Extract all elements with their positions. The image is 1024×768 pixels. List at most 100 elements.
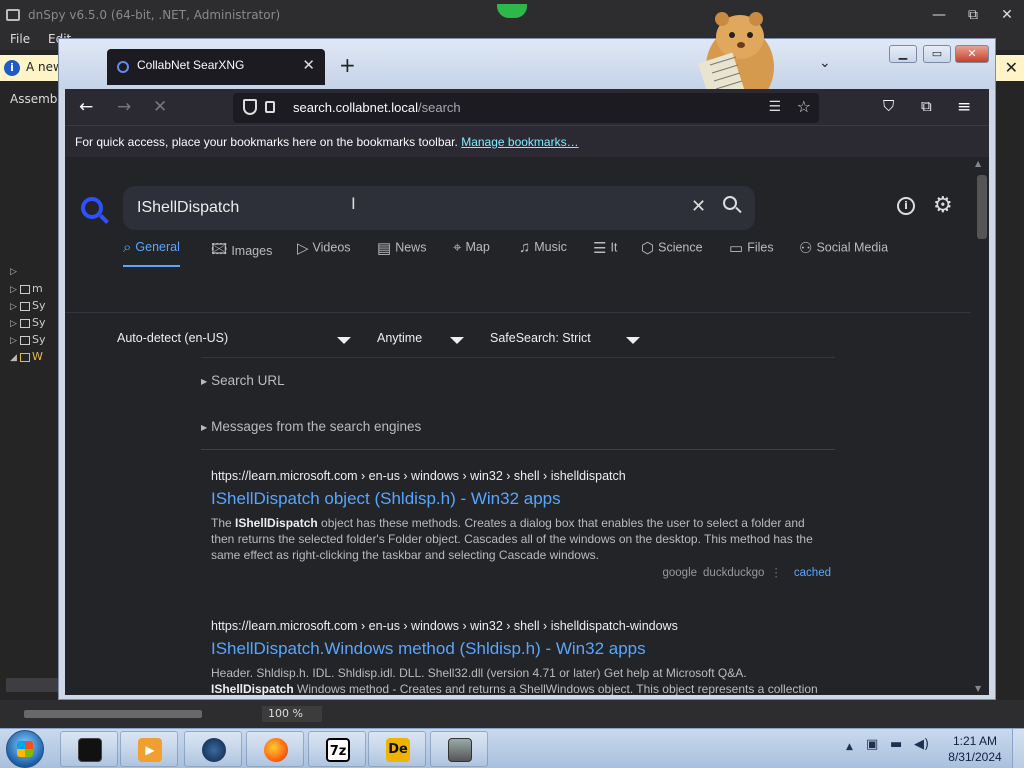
assembly-icon (20, 318, 30, 328)
cached-link[interactable]: cached (794, 567, 831, 579)
window-close-button[interactable]: ✕ (955, 45, 989, 63)
expand-arrow-icon: ▷ (10, 319, 17, 329)
start-button[interactable] (6, 730, 44, 768)
tab-science[interactable]: ⬡ Science (641, 239, 703, 267)
tree-node[interactable]: ▷ Sy (10, 316, 46, 332)
tree-node[interactable]: ▷ Sy (10, 333, 46, 349)
forward-arrow-icon[interactable]: → (117, 97, 131, 117)
taskbar-app-detect-it-easy[interactable]: De (368, 731, 426, 767)
window-minimize-button[interactable]: ▁ (889, 45, 917, 63)
result-title-link[interactable]: IShellDispatch.Windows method (Shldisp.h… (211, 639, 831, 659)
tab-social-media[interactable]: ⚇ Social Media (799, 239, 888, 267)
expand-arrow-icon: ▷ (10, 267, 17, 277)
dnspy-close-button[interactable]: ✕ (992, 4, 1022, 26)
scroll-up-icon[interactable]: ▲ (975, 159, 981, 168)
volume-icon[interactable]: ◀) (914, 737, 929, 752)
dropdown-arrow-icon (626, 337, 640, 344)
assembly-icon (20, 301, 30, 311)
taskbar-app-media-player[interactable]: ▶ (120, 731, 178, 767)
gear-icon[interactable]: ⚙ (933, 195, 953, 217)
page-scrollbar[interactable]: ▲ ▼ (971, 157, 989, 695)
tree-node[interactable]: ▷ m (10, 282, 43, 298)
engine-messages-toggle[interactable]: ▶ Messages from the search engines (201, 419, 835, 434)
search-submit-icon[interactable] (723, 196, 742, 214)
tab-videos[interactable]: ▷ Videos (297, 239, 351, 267)
clear-search-icon[interactable]: ✕ (691, 196, 706, 217)
engine-label: google (662, 567, 698, 579)
window-maximize-button[interactable]: ▭ (923, 45, 951, 63)
category-divider (65, 312, 971, 313)
stop-reload-icon[interactable]: ✕ (153, 97, 167, 117)
search-input[interactable] (137, 196, 657, 220)
tab-close-icon[interactable]: ✕ (302, 56, 315, 74)
scroll-down-icon[interactable]: ▼ (975, 684, 981, 693)
dnspy-status-area: 100 % (0, 700, 1024, 728)
7zip-icon: 7z (326, 738, 350, 762)
results-divider (201, 449, 835, 450)
dnspy-panel-scrollbar[interactable] (6, 678, 60, 692)
detect-it-easy-icon: De (386, 738, 410, 762)
search-url-toggle[interactable]: ▶ Search URL (201, 373, 835, 388)
dnspy-maximize-button[interactable]: ⧉ (958, 4, 988, 26)
disclosure-triangle-icon: ▶ (201, 376, 208, 386)
tree-node-label: Sy (32, 333, 46, 346)
new-tab-button[interactable]: + (339, 53, 356, 77)
dnspy-minimize-button[interactable]: — (924, 4, 954, 26)
tab-map[interactable]: ⌖ Map (453, 239, 490, 267)
tree-node[interactable]: ◢ W (10, 350, 43, 366)
banner-close-icon[interactable]: ✕ (1005, 58, 1018, 77)
scrollbar-thumb[interactable] (977, 175, 987, 239)
tab-searxng[interactable]: CollabNet SearXNG ✕ (107, 49, 325, 85)
result-url[interactable]: https://learn.microsoft.com › en-us › wi… (211, 469, 831, 483)
frog-icon (497, 4, 527, 18)
network-status-icon[interactable]: ▣ (866, 737, 878, 752)
result-title-link[interactable]: IShellDispatch object (Shldisp.h) - Win3… (211, 489, 831, 509)
taskbar-app-terminal[interactable] (60, 731, 118, 767)
tree-node[interactable]: ▷ (10, 264, 20, 280)
url-text[interactable]: search.collabnet.local/search (293, 100, 461, 115)
show-hidden-icons-icon[interactable]: ▲ (846, 742, 853, 752)
menu-icon[interactable]: ≡ (957, 97, 971, 117)
tab-files[interactable]: ▭ Files (729, 239, 774, 267)
show-desktop-button[interactable] (1012, 729, 1024, 768)
tab-title: CollabNet SearXNG (137, 58, 245, 72)
tree-node[interactable]: ▷ Sy (10, 299, 46, 315)
lock-icon[interactable] (265, 101, 275, 113)
taskbar-app-firefox[interactable] (246, 731, 304, 767)
navigation-toolbar: ← → ✕ search.collabnet.local/search ☰ ☆ … (65, 89, 989, 125)
taskbar-app-network[interactable] (184, 731, 242, 767)
tab-images[interactable]: 🖾 Images (211, 239, 272, 267)
tab-music[interactable]: ♫ Music (519, 239, 567, 267)
info-icon[interactable]: i (897, 197, 915, 215)
tree-node-label: Sy (32, 316, 46, 329)
bookmark-star-icon[interactable]: ☆ (797, 97, 811, 116)
tab-it[interactable]: ☰ It (593, 239, 617, 267)
tab-news[interactable]: ▤ News (377, 239, 426, 267)
tracking-protection-shield-icon[interactable] (243, 99, 257, 115)
reader-view-icon[interactable]: ☰ (768, 99, 781, 115)
result-engines: google duckduckgo ⋮ cached (211, 565, 831, 579)
zoom-select[interactable]: 100 % (262, 706, 322, 722)
list-all-tabs-icon[interactable]: ⌄ (819, 55, 831, 71)
horizontal-scrollbar[interactable] (24, 710, 202, 718)
safesearch-select[interactable]: SafeSearch: Strict (490, 331, 650, 345)
menu-file[interactable]: File (10, 32, 30, 46)
address-bar[interactable]: search.collabnet.local/search ☰ ☆ (233, 93, 819, 123)
taskbar-app-windows[interactable] (430, 731, 488, 767)
search-box: ✕ (123, 186, 755, 230)
taskbar-app-7zip[interactable]: 7z (308, 731, 366, 767)
firefox-icon (264, 738, 288, 762)
back-arrow-icon[interactable]: ← (79, 97, 93, 117)
extensions-icon[interactable]: ⧉ (921, 97, 932, 115)
tab-general[interactable]: ⌕ General (123, 239, 180, 267)
pocket-icon[interactable]: ⛉ (883, 97, 894, 115)
system-clock[interactable]: 1:21 AM 8/31/2024 (940, 733, 1010, 765)
assembly-explorer: Assembl ▷ ▷ m ▷ Sy ▷ Sy ▷ Sy ◢ W (0, 88, 62, 708)
assembly-icon (20, 352, 30, 362)
result-url[interactable]: https://learn.microsoft.com › en-us › wi… (211, 619, 831, 633)
time-range-select[interactable]: Anytime (377, 331, 467, 345)
language-select[interactable]: Auto-detect (en-US) (117, 331, 353, 345)
manage-bookmarks-link[interactable]: Manage bookmarks… (461, 135, 578, 149)
monitor-icon[interactable]: ▬ (890, 737, 902, 752)
searxng-logo-icon[interactable] (81, 197, 103, 219)
